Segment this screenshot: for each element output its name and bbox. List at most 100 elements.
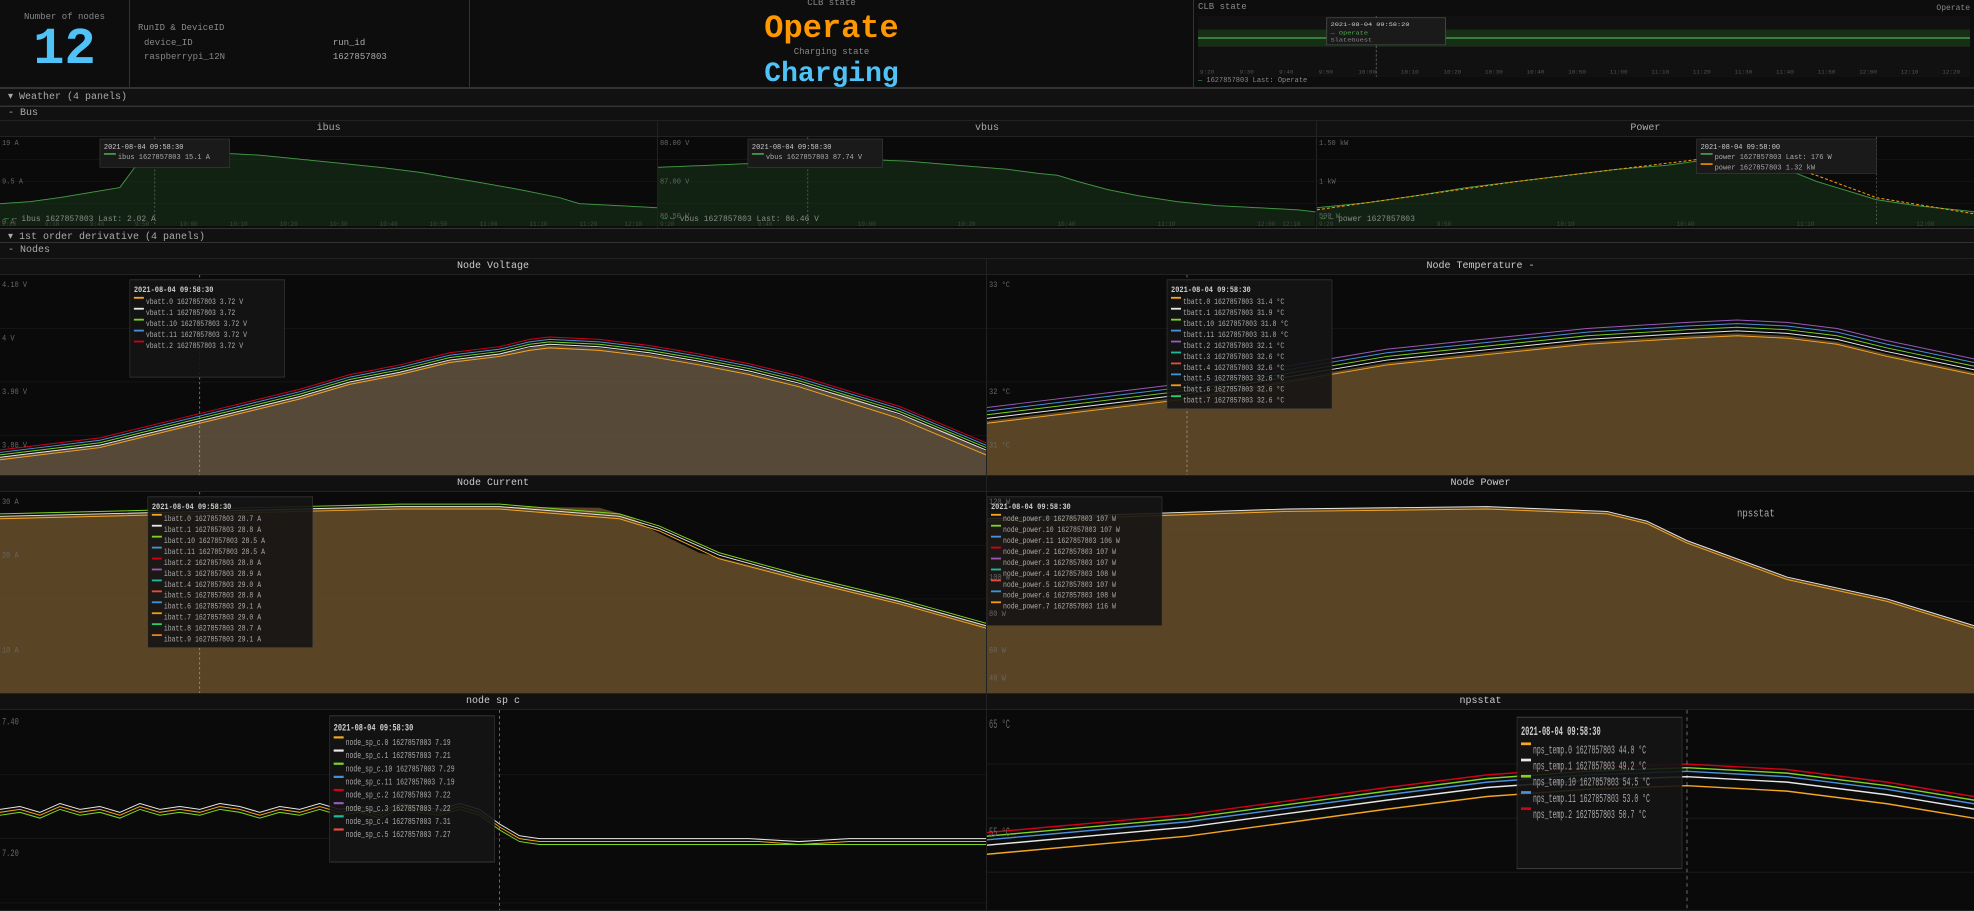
svg-text:11:10: 11:10 [529, 221, 547, 226]
svg-text:2021-08-04 09:58:30: 2021-08-04 09:58:30 [104, 144, 184, 152]
svg-text:node_sp_c.1 1627857803 7.21: node_sp_c.1 1627857803 7.21 [346, 750, 451, 762]
vbus-legend-text: — vbus 1627857803 Last: 86.46 V [670, 215, 819, 224]
svg-text:nps_temp.1 1627857803 49.2 °: nps_temp.1 1627857803 49.2 °C [1533, 759, 1646, 773]
svg-text:ibatt.3 1627857803 28.9 A: ibatt.3 1627857803 28.9 A [164, 571, 262, 580]
nodes-count-value: 12 [33, 24, 95, 76]
vbus-title: vbus [658, 121, 1315, 137]
svg-text:tbatt.11 1627857803 31.8 °C: tbatt.11 1627857803 31.8 °C [1183, 330, 1289, 340]
ibus-chart-area: 2021-08-04 09:58:30 ibus 1627857803 15.1… [0, 137, 657, 226]
svg-text:11:10: 11:10 [1651, 69, 1669, 75]
run-id-value: 1627857803 [329, 51, 459, 63]
ibus-chart: 2021-08-04 09:58:30 ibus 1627857803 15.1… [0, 137, 657, 226]
node-power-panel: Node Power npsstat 2021-08-04 09:58:30 n… [987, 476, 1974, 693]
svg-text:19 A: 19 A [2, 140, 20, 148]
svg-text:node_power.2 1627857803 107: node_power.2 1627857803 107 W [1003, 549, 1116, 558]
node-current-chart: 2021-08-04 09:58:30 ibatt.0 1627857803 2… [0, 492, 986, 693]
svg-text:ibatt.2 1627857803 28.8 A: ibatt.2 1627857803 28.8 A [164, 560, 262, 569]
svg-text:nps_temp.11 1627857803 53.0 °: nps_temp.11 1627857803 53.0 °C [1533, 792, 1650, 806]
node-current-title: Node Current [0, 476, 986, 492]
svg-text:ibatt.8 1627857803 28.7 A: ibatt.8 1627857803 28.7 A [164, 625, 262, 634]
vbus-chart: 2021-08-04 09:58:30 vbus 1627857803 87.7… [658, 137, 1315, 226]
svg-text:vbatt.0 1627857803 3.72 V: vbatt.0 1627857803 3.72 V [146, 299, 244, 308]
svg-text:2021-08-04 09:58:20: 2021-08-04 09:58:20 [1331, 22, 1410, 28]
svg-text:vbus 1627857803 87.74 V: vbus 1627857803 87.74 V [766, 154, 863, 162]
derivative-section-header[interactable]: ▾ 1st order derivative (4 panels) [0, 229, 1974, 243]
svg-text:node_sp_c.3 1627857803 7.22: node_sp_c.3 1627857803 7.22 [346, 802, 451, 814]
power-chart-area: 2021-08-04 09:58:00 power 1627857803 Las… [1317, 137, 1974, 226]
svg-text:ibatt.1 1627857803 28.8 A: ibatt.1 1627857803 28.8 A [164, 527, 262, 536]
svg-text:node_sp_c.11 1627857803 7.19: node_sp_c.11 1627857803 7.19 [346, 776, 455, 788]
svg-text:2021-08-04 09:58:30: 2021-08-04 09:58:30 [152, 504, 232, 513]
run-id-col-header: run_id [329, 37, 459, 49]
svg-text:1.50 kW: 1.50 kW [1319, 140, 1349, 148]
power-title: Power [1317, 121, 1974, 137]
npsstat-panel: npsstat 2021-08-04 09:58:30 nps_temp.0 1… [987, 694, 1974, 911]
svg-text:tbatt.6 1627857803 32.6 °C: tbatt.6 1627857803 32.6 °C [1183, 385, 1285, 395]
node-sp-c-panel: node sp c 2021-08-04 09:58:30 node_sp_c.… [0, 694, 987, 911]
svg-text:vbatt.11 1627857803 3.72 V: vbatt.11 1627857803 3.72 V [146, 332, 248, 341]
svg-text:node_sp_c.2 1627857803 7.22: node_sp_c.2 1627857803 7.22 [346, 789, 451, 801]
svg-text:2021-08-04 09:58:30: 2021-08-04 09:58:30 [334, 722, 414, 734]
svg-text:power 1627857803 1.32 kW: power 1627857803 1.32 kW [1714, 164, 1815, 172]
node-power-title: Node Power [987, 476, 1974, 492]
svg-text:ibatt.5 1627857803 28.8 A: ibatt.5 1627857803 28.8 A [164, 593, 262, 602]
clb-operate-badge: Operate [1936, 4, 1970, 13]
svg-text:3.90 V: 3.90 V [2, 389, 27, 398]
bus-section-header[interactable]: - Bus [0, 106, 1974, 121]
svg-text:node_sp_c.5 1627857803 7.27: node_sp_c.5 1627857803 7.27 [346, 829, 451, 841]
svg-text:2021-08-04 09:58:30: 2021-08-04 09:58:30 [1171, 287, 1251, 296]
svg-text:node_power.4 1627857803 108: node_power.4 1627857803 108 W [1003, 571, 1116, 580]
svg-text:80 W: 80 W [989, 611, 1006, 620]
svg-text:nps_temp.0 1627857803 44.0 °: nps_temp.0 1627857803 44.0 °C [1533, 743, 1646, 757]
svg-text:32 °C: 32 °C [989, 388, 1010, 398]
svg-text:3.80 V: 3.80 V [2, 442, 27, 451]
svg-text:10:10: 10:10 [1556, 221, 1574, 226]
weather-section-header[interactable]: ▾ Weather (4 panels) [0, 88, 1974, 106]
svg-text:vbatt.2 1627857803 3.72 V: vbatt.2 1627857803 3.72 V [146, 342, 244, 351]
svg-text:11:00: 11:00 [480, 221, 498, 226]
node-power-chart: npsstat 2021-08-04 09:58:30 node_power.0… [987, 492, 1974, 693]
timeline-chart: 2021-08-04 09:58:20 — Operate SlateGuest… [1198, 16, 1970, 77]
svg-text:120 W: 120 W [989, 499, 1010, 508]
node-voltage-panel: Node Voltage 2021-08-04 09:58:30 vbatt.0… [0, 259, 987, 476]
svg-text:10:20: 10:20 [1443, 69, 1461, 75]
svg-text:10:40: 10:40 [1527, 69, 1545, 75]
device-id-col-header: device_ID [140, 37, 327, 49]
svg-text:tbatt.2 1627857803 32.1 °C: tbatt.2 1627857803 32.1 °C [1183, 341, 1285, 351]
svg-text:7.20: 7.20 [2, 848, 19, 860]
timeline-legend: — 1627857803 Last: Operate [1198, 77, 1970, 85]
svg-text:npsstat: npsstat [1737, 509, 1775, 521]
nodes-section-header[interactable]: - Nodes [0, 243, 1974, 259]
svg-text:11:40: 11:40 [1776, 69, 1794, 75]
svg-text:12:00: 12:00 [1916, 221, 1934, 226]
svg-text:2021-08-04 09:58:00: 2021-08-04 09:58:00 [1700, 144, 1780, 152]
svg-text:87.00 V: 87.00 V [660, 178, 690, 186]
svg-text:tbatt.5 1627857803 32.6 °C: tbatt.5 1627857803 32.6 °C [1183, 374, 1285, 384]
svg-text:10:40: 10:40 [1676, 221, 1694, 226]
node-temperature-title: Node Temperature - [987, 259, 1974, 275]
node-temperature-chart: 2021-08-04 09:58:30 tbatt.0 1627857803 3… [987, 275, 1974, 476]
svg-text:12:00: 12:00 [1258, 221, 1276, 226]
svg-text:power 1627857803 Last: 176 W: power 1627857803 Last: 176 W [1714, 154, 1832, 162]
charging-state-text: Charging [764, 59, 898, 90]
svg-text:20 A: 20 A [2, 552, 19, 561]
svg-text:10:30: 10:30 [330, 221, 348, 226]
npsstat-chart: 2021-08-04 09:58:30 nps_temp.0 162785780… [987, 710, 1974, 911]
svg-text:12:10: 12:10 [624, 221, 642, 226]
svg-text:10:40: 10:40 [380, 221, 398, 226]
svg-text:node_power.0 1627857803 107: node_power.0 1627857803 107 W [1003, 516, 1116, 525]
svg-text:ibatt.9 1627857803 29.1 A: ibatt.9 1627857803 29.1 A [164, 636, 262, 645]
svg-text:ibatt.0 1627857803 28.7 A: ibatt.0 1627857803 28.7 A [164, 516, 262, 525]
svg-text:10:40: 10:40 [1058, 221, 1076, 226]
svg-text:4 V: 4 V [2, 335, 15, 344]
ibus-legend: — — ibus 1627857803 Last: 2.02 A [4, 215, 156, 224]
svg-text:vbatt.10 1627857803 3.72 V: vbatt.10 1627857803 3.72 V [146, 321, 248, 330]
svg-text:node_sp_c.10 1627857803 7.29: node_sp_c.10 1627857803 7.29 [346, 763, 455, 775]
svg-text:tbatt.0 1627857803 31.4 °C: tbatt.0 1627857803 31.4 °C [1183, 298, 1285, 308]
svg-text:1 kW: 1 kW [1319, 178, 1337, 186]
svg-text:ibus 1627857803 15.1 A: ibus 1627857803 15.1 A [118, 154, 211, 162]
svg-text:10:10: 10:10 [230, 221, 248, 226]
clb-state-left-panel: CLB state Operate Charging state Chargin… [470, 0, 1194, 87]
node-voltage-chart: 2021-08-04 09:58:30 vbatt.0 1627857803 3… [0, 275, 986, 476]
svg-text:9:20: 9:20 [1200, 69, 1214, 75]
